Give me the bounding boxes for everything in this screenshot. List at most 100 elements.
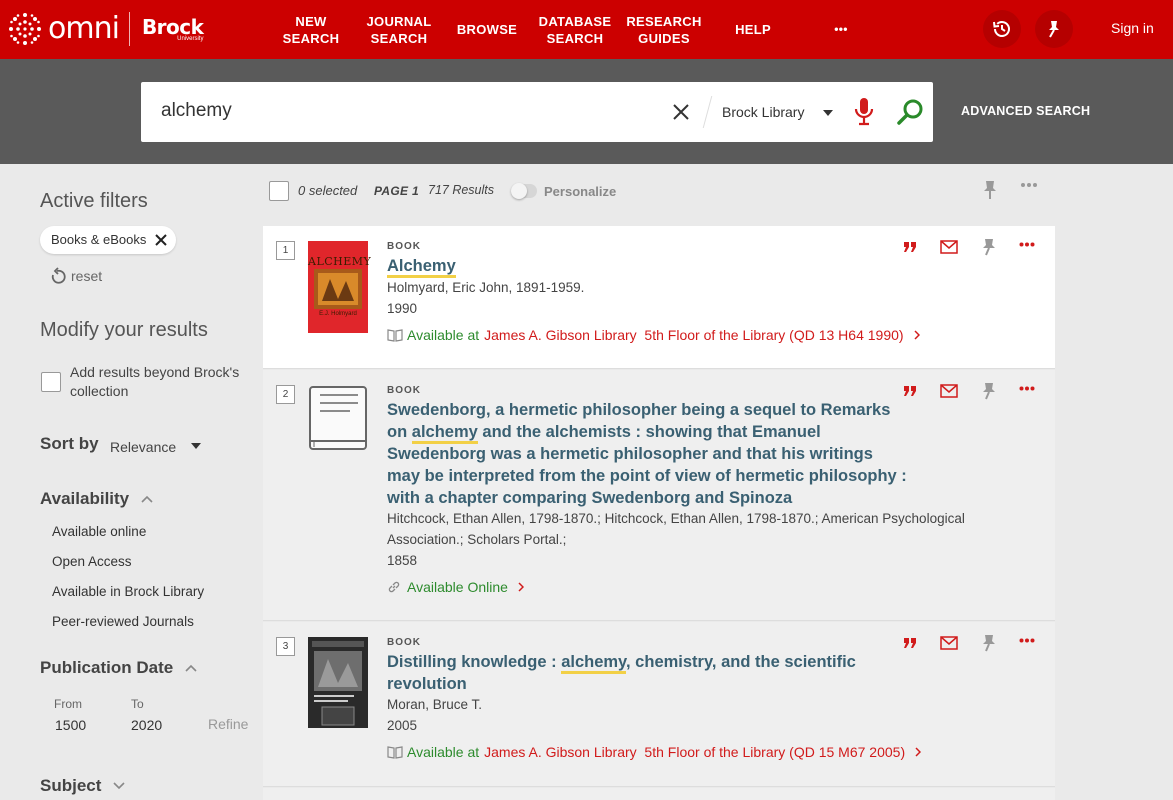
email-icon[interactable] (940, 384, 958, 398)
to-year-input[interactable]: 2020 (131, 717, 162, 733)
from-label: From (54, 697, 82, 711)
add-beyond-checkbox[interactable] (41, 372, 61, 392)
book-cover-image[interactable] (308, 637, 368, 728)
nav-label: RESEARCH (626, 13, 702, 29)
filter-available-online[interactable]: Available online (52, 524, 146, 539)
book-placeholder-icon[interactable] (308, 385, 368, 453)
personalize-toggle[interactable] (511, 183, 537, 199)
nav-label: SEARCH (370, 30, 428, 46)
result-item: 1 ALCHEMY E.J. Holmyard BOOK Alchemy Hol… (263, 226, 1055, 369)
refine-button[interactable]: Refine (208, 716, 248, 732)
pin-icon[interactable] (982, 382, 996, 400)
more-options-icon[interactable] (1020, 182, 1038, 188)
active-filters-heading: Active filters (40, 190, 148, 212)
result-year: 1990 (387, 301, 418, 316)
sort-by-label: Sort by (40, 434, 99, 453)
nav-browse[interactable]: BROWSE (443, 0, 531, 59)
more-icon: ••• (834, 22, 848, 36)
add-beyond-label[interactable]: Add results beyond Brock's collection (70, 363, 250, 401)
result-type: BOOK (387, 637, 421, 648)
nav-journal-search[interactable]: JOURNAL SEARCH (355, 0, 443, 59)
remove-filter-icon[interactable] (155, 234, 168, 246)
chevron-down-icon[interactable] (191, 443, 201, 449)
advanced-search-link[interactable]: ADVANCED SEARCH (961, 104, 1090, 118)
modify-results-heading: Modify your results (40, 319, 208, 341)
result-actions (901, 381, 1041, 401)
sort-select[interactable]: Relevance (110, 439, 176, 455)
availability-link[interactable]: Available at James A. Gibson Library 5th… (387, 327, 920, 343)
select-all-checkbox[interactable] (269, 181, 289, 201)
more-options-icon[interactable] (1019, 386, 1035, 391)
subject-title: Subject (40, 776, 102, 795)
result-author: Moran, Bruce T. (387, 697, 483, 712)
chevron-up-icon (185, 664, 197, 672)
nav-more[interactable]: ••• (797, 0, 885, 59)
book-open-icon (387, 746, 403, 759)
from-year-input[interactable]: 1500 (55, 717, 86, 733)
link-icon (388, 581, 400, 593)
brock-logo: Brock University (142, 17, 204, 42)
reset-label: reset (71, 268, 103, 284)
sign-in-link[interactable]: Sign in (1111, 20, 1154, 36)
pin-icon (1049, 21, 1059, 38)
citation-icon[interactable] (903, 241, 917, 253)
availability-location: James A. Gibson Library 5th Floor of the… (484, 327, 904, 343)
search-icon[interactable] (897, 98, 925, 126)
nav-label: SEARCH (546, 30, 604, 46)
availability-title: Availability (40, 489, 130, 508)
microphone-icon[interactable] (853, 97, 875, 127)
result-title-link[interactable]: Swedenborg, a hermetic philosopher being… (387, 399, 907, 509)
email-icon[interactable] (940, 636, 958, 650)
filter-available-in-library[interactable]: Available in Brock Library (52, 584, 204, 599)
availability-link[interactable]: Available Online (387, 579, 524, 595)
publication-date-heading[interactable]: Publication Date (40, 658, 197, 678)
to-label: To (131, 697, 144, 711)
filter-open-access[interactable]: Open Access (52, 554, 132, 569)
history-icon (993, 21, 1010, 37)
citation-icon[interactable] (903, 637, 917, 649)
nav-label: DATABASE (538, 13, 612, 29)
availability-status: Available at (407, 327, 480, 343)
chevron-right-icon (915, 747, 922, 757)
search-input[interactable]: alchemy (161, 100, 232, 122)
chevron-up-icon (141, 495, 153, 503)
nav-database-search[interactable]: DATABASE SEARCH (531, 0, 619, 59)
reset-filters-button[interactable]: reset (50, 267, 102, 285)
pin-icon[interactable] (983, 180, 997, 200)
subject-heading[interactable]: Subject (40, 776, 125, 796)
chevron-right-icon (518, 582, 524, 592)
nav-label: HELP (735, 22, 771, 37)
personalize-label: Personalize (544, 184, 617, 199)
result-item: 3 BOOK Distilling knowledge : alchemy, c… (263, 622, 1055, 787)
availability-link[interactable]: Available at James A. Gibson Library 5th… (387, 744, 922, 760)
result-number: 1 (276, 241, 295, 260)
pin-icon[interactable] (982, 238, 996, 256)
clear-search-icon[interactable] (671, 102, 691, 122)
availability-heading[interactable]: Availability (40, 489, 153, 509)
search-scope-select[interactable]: Brock Library (722, 104, 804, 120)
publication-date-title: Publication Date (40, 658, 174, 677)
selected-count: 0 selected (298, 183, 358, 198)
more-options-icon[interactable] (1019, 638, 1035, 643)
search-history-button[interactable] (983, 10, 1021, 48)
nav-label: JOURNAL (366, 13, 432, 29)
nav-help[interactable]: HELP (709, 0, 797, 59)
filter-peer-reviewed[interactable]: Peer-reviewed Journals (52, 614, 194, 629)
title-text: Distilling knowledge : (387, 653, 557, 671)
more-options-icon[interactable] (1019, 242, 1035, 247)
result-item (263, 788, 1055, 800)
result-title-link[interactable]: Alchemy (387, 255, 907, 278)
chevron-down-icon[interactable] (823, 110, 833, 116)
nav-new-search[interactable]: NEW SEARCH (267, 0, 355, 59)
nav-label: NEW (295, 13, 327, 29)
pin-icon[interactable] (982, 634, 996, 652)
email-icon[interactable] (940, 240, 958, 254)
title-highlight: Alchemy (387, 257, 456, 278)
result-title-link[interactable]: Distilling knowledge : alchemy, chemistr… (387, 651, 907, 695)
omni-dots-icon (9, 13, 41, 45)
citation-icon[interactable] (903, 385, 917, 397)
reset-icon (51, 267, 66, 284)
nav-research-guides[interactable]: RESEARCH GUIDES (619, 0, 709, 59)
pinned-items-button[interactable] (1035, 10, 1073, 48)
omni-logo[interactable]: omni Brock University (8, 12, 204, 46)
